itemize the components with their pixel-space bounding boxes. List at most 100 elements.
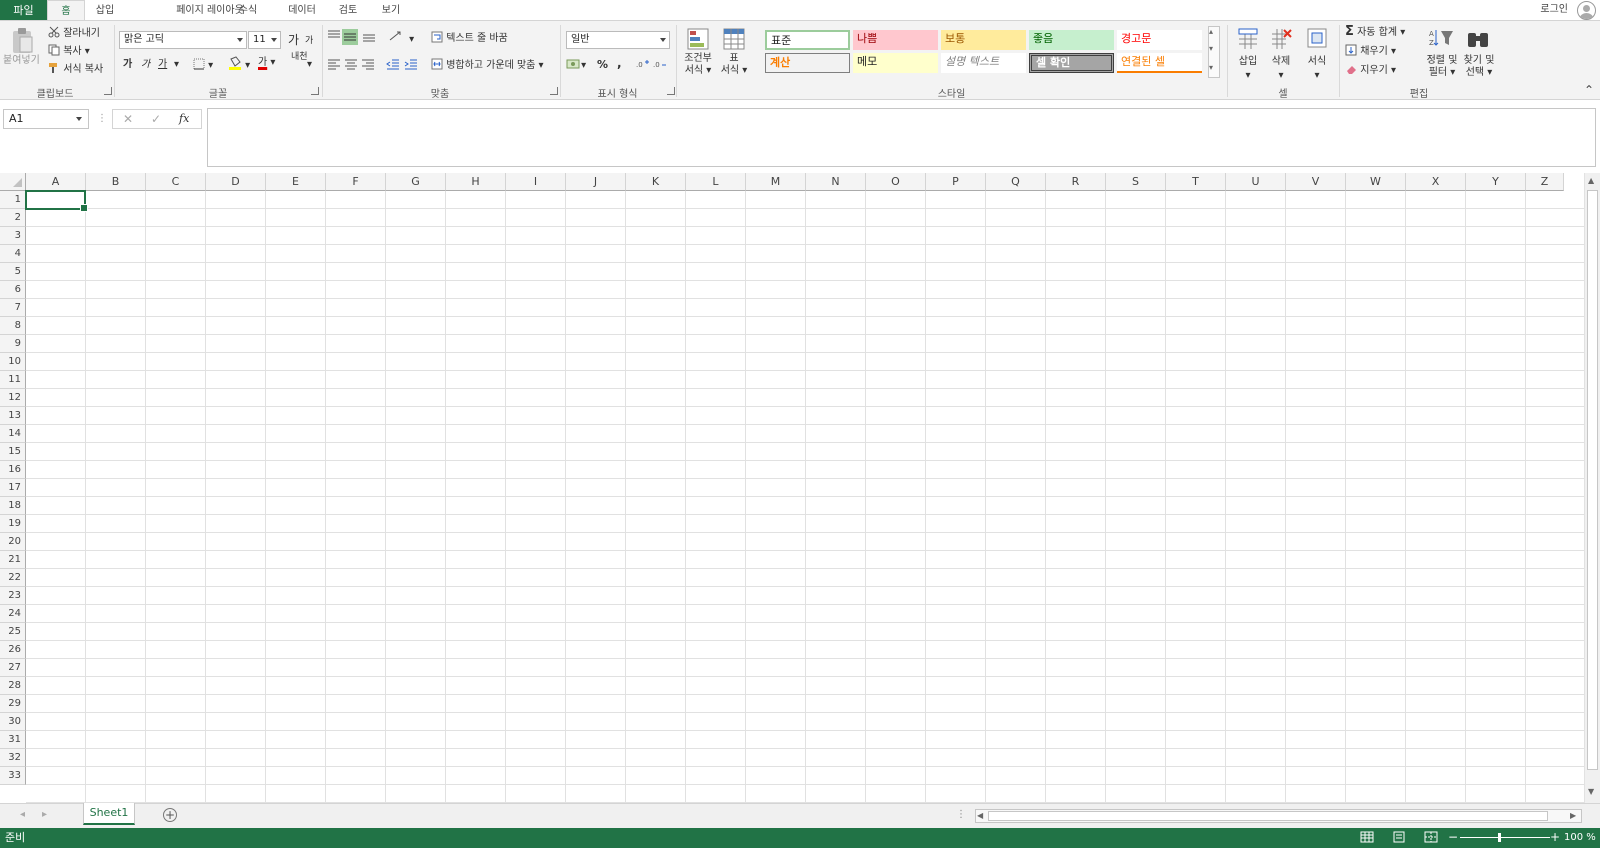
horizontal-scroll-thumb[interactable] (988, 811, 1548, 821)
column-header-z[interactable]: Z (1526, 173, 1564, 191)
tab-data[interactable]: 데이터 (277, 0, 327, 21)
column-header-r[interactable]: R (1046, 173, 1106, 191)
row-header-11[interactable]: 11 (0, 371, 26, 389)
cell-style-5[interactable]: 경고문 (1117, 30, 1202, 50)
sort-filter-button[interactable]: 정렬 및 필터 ▾ (1425, 55, 1459, 79)
cell-style-6[interactable]: 계산 (765, 53, 850, 73)
align-center-icon[interactable] (344, 58, 358, 75)
row-header-8[interactable]: 8 (0, 317, 26, 335)
page-layout-view-icon[interactable] (1392, 831, 1406, 848)
row-header-16[interactable]: 16 (0, 461, 26, 479)
row-header-26[interactable]: 26 (0, 641, 26, 659)
format-cells-icon[interactable] (1306, 27, 1328, 54)
underline-button[interactable]: 가 (158, 58, 167, 72)
chevron-up-icon[interactable]: ▴ (1209, 25, 1213, 39)
tab-home[interactable]: 홈 (47, 0, 85, 21)
column-header-j[interactable]: J (566, 173, 626, 191)
format-painter-button[interactable]: 서식 복사 (48, 62, 103, 77)
sheet-tab-sheet1[interactable]: Sheet1 (83, 803, 135, 825)
italic-button[interactable]: 가 (141, 58, 150, 72)
zoom-level[interactable]: 100 % (1564, 831, 1596, 845)
column-header-l[interactable]: L (686, 173, 746, 191)
increase-decimal-icon[interactable]: .0 (636, 58, 650, 75)
binoculars-icon[interactable] (1466, 27, 1490, 54)
vertical-scrollbar[interactable]: ▲ ▼ (1584, 173, 1600, 803)
horizontal-scrollbar[interactable]: ◀ ▶ (975, 809, 1582, 823)
row-header-18[interactable]: 18 (0, 497, 26, 515)
accounting-format-button[interactable]: ▾ (566, 58, 586, 73)
normal-view-icon[interactable] (1360, 831, 1374, 848)
column-header-k[interactable]: K (626, 173, 686, 191)
tab-file[interactable]: 파일 (0, 0, 47, 21)
alignment-launcher-icon[interactable] (550, 87, 558, 95)
number-format-select[interactable]: 일반 (566, 31, 670, 49)
login-link[interactable]: 로그인 (1540, 0, 1568, 21)
border-button[interactable]: ▾ (193, 58, 213, 73)
cut-button[interactable]: 잘라내기 (48, 26, 100, 41)
column-header-y[interactable]: Y (1466, 173, 1526, 191)
row-header-4[interactable]: 4 (0, 245, 26, 263)
increase-indent-icon[interactable] (404, 58, 418, 75)
underline-dropdown[interactable]: ▾ (174, 58, 179, 72)
scroll-right-icon[interactable]: ▶ (1570, 809, 1576, 823)
percent-button[interactable]: % (597, 58, 608, 72)
row-header-10[interactable]: 10 (0, 353, 26, 371)
copy-button[interactable]: 복사 ▾ (48, 44, 90, 59)
column-header-o[interactable]: O (866, 173, 926, 191)
cell-style-1[interactable]: 표준 (765, 30, 850, 50)
column-header-b[interactable]: B (86, 173, 146, 191)
paste-icon[interactable] (10, 27, 34, 55)
row-header-2[interactable]: 2 (0, 209, 26, 227)
phonetic-button[interactable]: 내천 (291, 52, 308, 62)
align-bottom-icon[interactable] (362, 30, 376, 47)
zoom-slider-track[interactable] (1460, 837, 1550, 838)
row-header-32[interactable]: 32 (0, 749, 26, 767)
insert-cells-icon[interactable] (1237, 27, 1259, 54)
tab-formulas[interactable]: 수식 (228, 0, 268, 21)
row-header-23[interactable]: 23 (0, 587, 26, 605)
conditional-format-icon[interactable] (686, 27, 710, 56)
delete-cells-button[interactable]: 삭제 ▾ (1270, 55, 1292, 83)
insert-function-icon[interactable]: fx (179, 112, 189, 126)
cell-style-8[interactable]: 설명 텍스트 (941, 53, 1026, 73)
number-launcher-icon[interactable] (667, 87, 675, 95)
row-header-24[interactable]: 24 (0, 605, 26, 623)
row-header-13[interactable]: 13 (0, 407, 26, 425)
tab-view[interactable]: 보기 (371, 0, 411, 21)
row-header-6[interactable]: 6 (0, 281, 26, 299)
wrap-text-button[interactable]: 텍스트 줄 바꿈 (431, 31, 508, 46)
add-sheet-icon[interactable]: + (163, 808, 177, 822)
font-color-button[interactable]: 가 ▾ (258, 56, 275, 70)
active-cell-selection[interactable] (25, 190, 88, 212)
row-header-27[interactable]: 27 (0, 659, 26, 677)
vertical-scroll-thumb[interactable] (1587, 190, 1598, 770)
row-header-22[interactable]: 22 (0, 569, 26, 587)
zoom-slider-thumb[interactable] (1498, 833, 1501, 842)
prev-sheet-icon[interactable]: ◂ (20, 808, 25, 822)
font-name-select[interactable]: 맑은 고딕 (119, 31, 247, 49)
delete-cells-icon[interactable] (1270, 27, 1292, 54)
column-header-t[interactable]: T (1166, 173, 1226, 191)
enter-icon[interactable]: ✓ (151, 112, 161, 126)
cell-style-7[interactable]: 메모 (853, 53, 938, 73)
fill-button[interactable]: 채우기 ▾ (1345, 44, 1396, 59)
select-all-button[interactable] (0, 173, 26, 191)
cancel-icon[interactable]: ✕ (123, 112, 133, 126)
orientation-icon[interactable]: ▾ (388, 30, 414, 47)
align-top-icon[interactable] (327, 30, 341, 47)
clipboard-launcher-icon[interactable] (104, 87, 112, 95)
collapse-ribbon-icon[interactable]: ⌃ (1584, 83, 1594, 97)
splitter-handle-icon[interactable]: ⋮ (956, 808, 966, 822)
format-cells-button[interactable]: 서식 ▾ (1306, 55, 1328, 83)
merge-center-button[interactable]: 병합하고 가운데 맞춤 ▾ (431, 58, 544, 73)
name-box[interactable]: A1 (3, 109, 89, 129)
align-left-icon[interactable] (327, 58, 341, 75)
find-select-button[interactable]: 찾기 및 선택 ▾ (1462, 55, 1496, 79)
column-header-q[interactable]: Q (986, 173, 1046, 191)
scroll-left-icon[interactable]: ◀ (977, 809, 983, 823)
column-header-c[interactable]: C (146, 173, 206, 191)
gallery-more-icon[interactable]: ▾ (1209, 61, 1213, 75)
column-header-v[interactable]: V (1286, 173, 1346, 191)
row-header-15[interactable]: 15 (0, 443, 26, 461)
decrease-decimal-icon[interactable]: .0 (653, 58, 667, 75)
